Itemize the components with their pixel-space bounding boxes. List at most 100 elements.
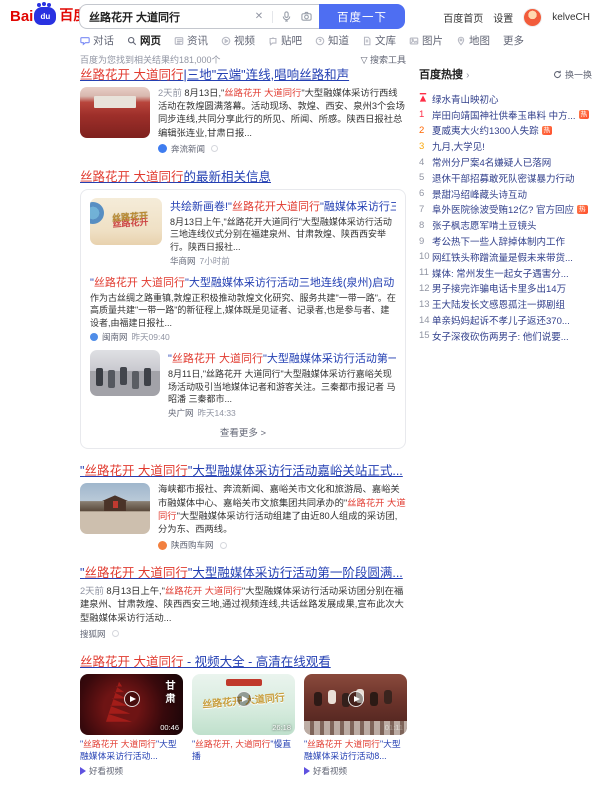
source-name[interactable]: 陕西购车网 <box>171 539 214 551</box>
hot-item-text: 媒体: 常州发生一起女子遇害分... <box>432 266 569 280</box>
feedback-icon[interactable] <box>211 145 218 152</box>
news-icon <box>174 36 184 46</box>
play-icon[interactable] <box>124 691 140 707</box>
feedback-icon[interactable] <box>220 542 227 549</box>
hot-item-4[interactable]: 4常州分尸案4名嫌疑人已落网 <box>419 154 592 170</box>
hot-badge: 热 <box>542 126 553 135</box>
result-title[interactable]: "丝路花开 大道同行"大型融媒体采访行活动第一阶段圆满... <box>80 562 406 581</box>
hot-item-14[interactable]: 14单亲妈妈起诉不孝儿子返还370... <box>419 312 592 328</box>
hot-item-2[interactable]: 2夏威夷大火约1300人失踪热 <box>419 123 592 139</box>
tab-视频[interactable]: 视频 <box>221 33 255 48</box>
video-caption[interactable]: "丝路花开 大道同行"大型融媒体采访行活动8... <box>304 739 407 763</box>
result-title[interactable]: 丝路花开 大道同行的最新相关信息 <box>80 166 406 185</box>
hot-item-13[interactable]: 13王大陆发长文感恩孤注一掷剧组 <box>419 296 592 312</box>
video-row: 甘肃00:46 "丝路花开 大道同行"大型融媒体采访行活动... 好看视频 26:18… <box>80 674 406 777</box>
tab-网页[interactable]: 网页 <box>127 33 161 48</box>
hot-item-top[interactable]: 绿水青山映初心 <box>419 91 592 107</box>
source-name[interactable]: 华商网 <box>170 255 196 267</box>
news-item-2[interactable]: "丝路花开 大道同行"大型融媒体采访行活动三地连线(泉州)启动 作为古丝绸之路重… <box>90 274 396 343</box>
video-duration: 26:18 <box>272 723 291 732</box>
hot-item-5[interactable]: 5退休干部招募敢死队密谋暴力行动 <box>419 170 592 186</box>
baidu-logo[interactable]: Bai du 百度 <box>10 5 87 25</box>
top-pin-icon <box>419 93 432 105</box>
play-icon[interactable] <box>236 691 252 707</box>
news-title[interactable]: "丝路花开 大道同行"大型融媒体采访行活动三地连线(泉州)启动 <box>90 274 396 290</box>
username[interactable]: kelveCH <box>552 12 590 23</box>
tab-贴吧[interactable]: 贴吧 <box>268 33 302 48</box>
tab-文库[interactable]: 文库 <box>362 33 396 48</box>
settings-link[interactable]: 设置 <box>493 10 513 25</box>
video-card[interactable]: 01:11 "丝路花开 大道同行"大型融媒体采访行活动8... 好看视频 <box>304 674 407 777</box>
hot-rank: 3 <box>419 141 432 152</box>
wenku-icon <box>362 36 372 46</box>
hot-item-9[interactable]: 9考公热下一些人辞掉体制内工作 <box>419 233 592 249</box>
result-title[interactable]: 丝路花开 大道同行|三地"云端"连线,唱响丝路和声 <box>80 64 406 83</box>
tab-图片[interactable]: 图片 <box>409 33 443 48</box>
video-card[interactable]: 甘肃00:46 "丝路花开 大道同行"大型融媒体采访行活动... 好看视频 <box>80 674 183 777</box>
hot-item-1[interactable]: 1岸田向靖国神社供奉玉串料 中方...热 <box>419 107 592 123</box>
news-snippet: 8月11日,"丝路花开 大道同行"大型融媒体采访行嘉峪关现场活动吸引当地媒体记者… <box>168 368 396 405</box>
result-thumbnail[interactable] <box>80 87 150 138</box>
hot-rank: 13 <box>419 299 432 310</box>
video-source[interactable]: 好看视频 <box>80 765 183 777</box>
clear-icon[interactable]: ✕ <box>252 11 266 22</box>
hot-item-8[interactable]: 8张子枫志愿军啃土豆镜头 <box>419 217 592 233</box>
search-tabs: 对话网页资讯视频贴吧知道文库图片地图更多 <box>80 33 524 48</box>
tab-知道[interactable]: 知道 <box>315 33 349 48</box>
hot-item-text: 岸田向靖国神社供奉玉串料 中方... <box>432 108 576 122</box>
hot-item-6[interactable]: 6景甜冯绍峰藏头诗互动 <box>419 186 592 202</box>
video-caption[interactable]: "丝路花开, 大道同行"慢直播 <box>192 739 295 763</box>
play-icon[interactable] <box>348 691 364 707</box>
haokan-play-icon <box>80 767 86 775</box>
video-card[interactable]: 26:18 "丝路花开, 大道同行"慢直播 <box>192 674 295 777</box>
video-thumbnail[interactable]: 26:18 <box>192 674 295 735</box>
thumbnail-overlay-text: 甘肃 <box>161 680 176 706</box>
result-thumbnail[interactable] <box>80 483 150 534</box>
search-box[interactable]: ✕ <box>79 4 319 29</box>
feedback-icon[interactable] <box>112 630 119 637</box>
hot-item-3[interactable]: 3九月,大学见! <box>419 138 592 154</box>
news-thumbnail[interactable] <box>90 350 160 396</box>
hot-item-15[interactable]: 15女子深夜砍伤两男子: 他们说要... <box>419 328 592 344</box>
camera-icon[interactable] <box>299 11 313 22</box>
hot-rank: 15 <box>419 330 432 341</box>
news-title[interactable]: 共绘新画卷!"丝路花开大道同行"融媒体采访行三地... <box>170 198 396 214</box>
source-name[interactable]: 央广网 <box>168 407 194 419</box>
hot-rank: 7 <box>419 204 432 215</box>
source-name[interactable]: 搜狐网 <box>80 628 106 640</box>
video-thumbnail[interactable]: 01:11 <box>304 674 407 735</box>
microphone-icon[interactable] <box>279 11 293 22</box>
source-name[interactable]: 闽南网 <box>102 331 128 343</box>
hot-search-title[interactable]: 百度热搜 › <box>419 66 469 82</box>
source-logo-icon <box>90 333 98 341</box>
chevron-right-icon: › <box>466 70 469 81</box>
result-title[interactable]: "丝路花开 大道同行"大型融媒体采访行活动嘉峪关站正式... <box>80 460 406 479</box>
video-caption[interactable]: "丝路花开 大道同行"大型融媒体采访行活动... <box>80 739 183 763</box>
hot-item-text: 退休干部招募敢死队密谋暴力行动 <box>432 171 575 185</box>
news-thumbnail[interactable] <box>90 198 162 245</box>
tab-地图[interactable]: 地图 <box>456 33 490 48</box>
refresh-icon <box>553 70 562 79</box>
news-card: 共绘新画卷!"丝路花开大道同行"融媒体采访行三地... 8月13日上午,"丝路花… <box>80 189 406 450</box>
avatar[interactable] <box>523 8 542 27</box>
news-title[interactable]: "丝路花开 大道同行"大型融媒体采访行活动第一阶... <box>168 350 396 366</box>
tab-更多[interactable]: 更多 <box>503 33 524 48</box>
hot-item-text: 九月,大学见! <box>432 139 485 153</box>
hot-item-12[interactable]: 12男子接完诈骗电话卡里多出14万 <box>419 281 592 297</box>
result-title[interactable]: 丝路花开 大道同行 - 视频大全 - 高清在线观看 <box>80 651 406 670</box>
baidu-home-link[interactable]: 百度首页 <box>443 10 483 25</box>
refresh-button[interactable]: 换一换 <box>553 68 592 81</box>
search-input[interactable] <box>89 11 246 23</box>
hot-item-7[interactable]: 7阜外医院徐波受贿12亿? 官方回应热 <box>419 202 592 218</box>
view-more-link[interactable]: 查看更多 > <box>90 419 396 444</box>
search-button[interactable]: 百度一下 <box>319 4 405 29</box>
source-name[interactable]: 奔流新闻 <box>171 143 205 155</box>
video-thumbnail[interactable]: 甘肃00:46 <box>80 674 183 735</box>
video-source[interactable]: 好看视频 <box>304 765 407 777</box>
hot-item-10[interactable]: 10网红铁头称蹭流量是假未来带货... <box>419 249 592 265</box>
news-item-1[interactable]: 共绘新画卷!"丝路花开大道同行"融媒体采访行三地... 8月13日上午,"丝路花… <box>90 198 396 267</box>
tab-对话[interactable]: 对话 <box>80 33 114 48</box>
hot-item-11[interactable]: 11媒体: 常州发生一起女子遇害分... <box>419 265 592 281</box>
news-item-3[interactable]: "丝路花开 大道同行"大型融媒体采访行活动第一阶... 8月11日,"丝路花开 … <box>90 350 396 419</box>
tab-资讯[interactable]: 资讯 <box>174 33 208 48</box>
